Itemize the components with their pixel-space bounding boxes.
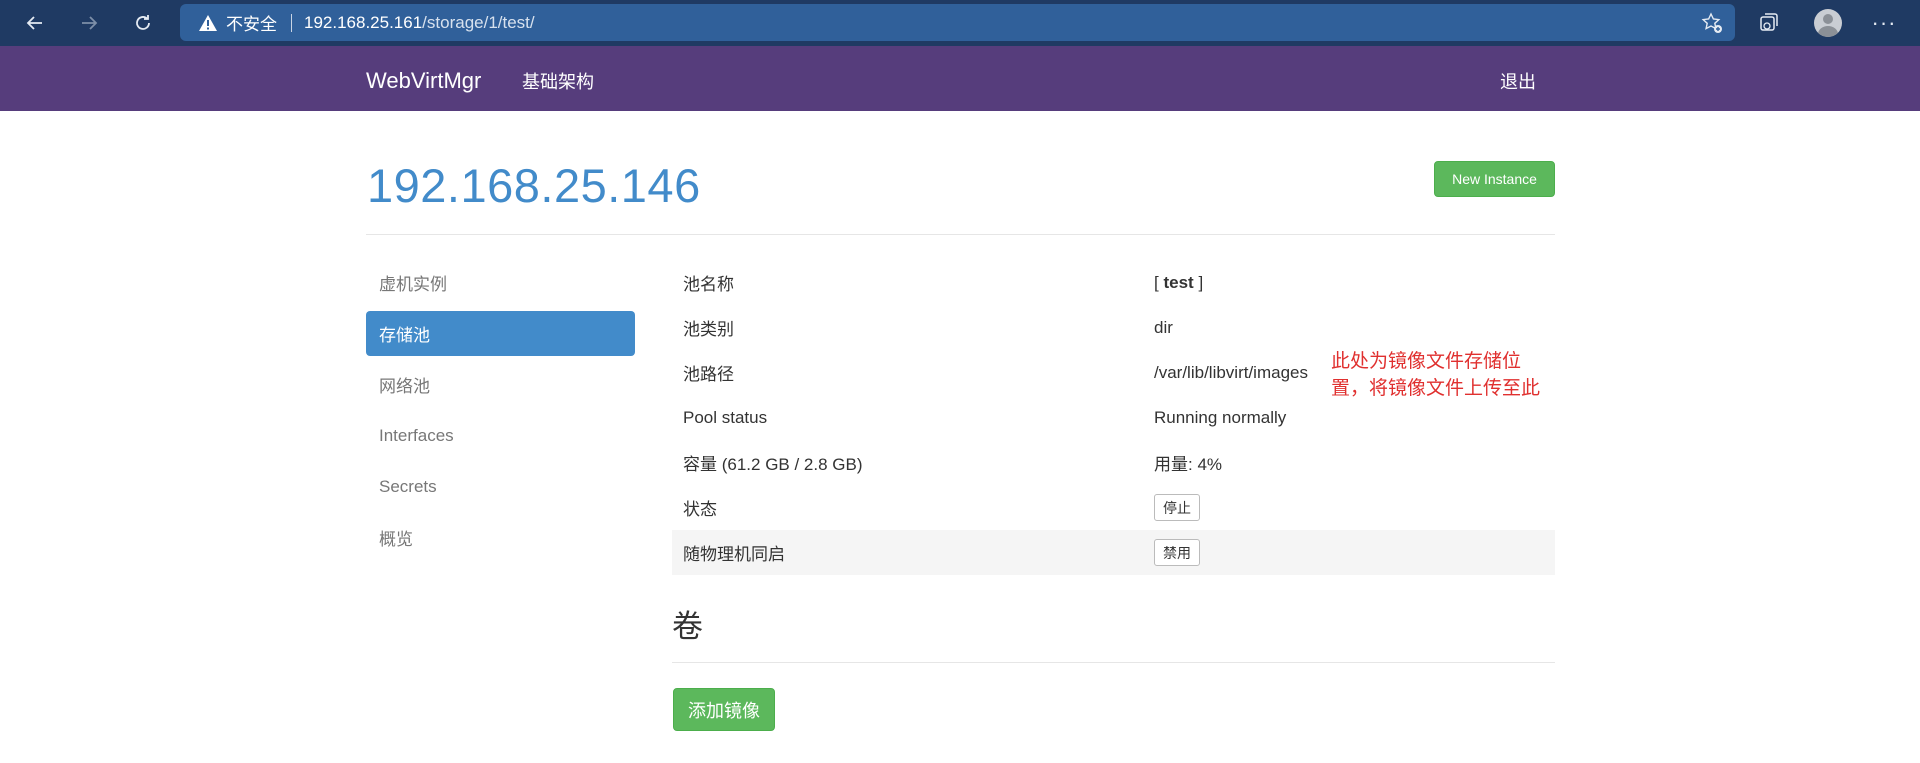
pool-autostart-label: 随物理机同启 — [683, 545, 785, 564]
pool-info-table: 池名称 [ test ] 池类别 dir 池路径 /var/lib/libvir… — [672, 260, 1555, 575]
sidebar-item-secrets[interactable]: Secrets — [366, 464, 635, 509]
pool-name-open-bracket: [ — [1154, 272, 1159, 292]
disable-autostart-button[interactable]: 禁用 — [1154, 539, 1200, 566]
sidebar-item-storage[interactable]: 存储池 — [366, 311, 635, 356]
back-icon[interactable] — [20, 8, 50, 38]
avatar[interactable] — [1814, 9, 1842, 37]
profile-icon[interactable] — [1813, 8, 1843, 38]
brand-link[interactable]: WebVirtMgr — [366, 68, 481, 94]
table-row: Pool status Running normally — [672, 395, 1555, 440]
table-row: 池名称 [ test ] — [672, 260, 1555, 305]
table-row: 容量 (61.2 GB / 2.8 GB) 用量: 4% — [672, 440, 1555, 485]
app-navbar: WebVirtMgr 基础架构 退出 — [0, 46, 1920, 111]
nav-infrastructure[interactable]: 基础架构 — [522, 68, 594, 94]
header-divider — [366, 234, 1555, 235]
add-image-button[interactable]: 添加镜像 — [673, 688, 775, 731]
pool-status-value: Running normally — [1154, 407, 1287, 427]
address-separator — [291, 13, 292, 32]
sidebar: 虚机实例 存储池 网络池 Interfaces Secrets 概览 — [366, 260, 635, 566]
table-row: 池路径 /var/lib/libvirt/images 此处为镜像文件存储位置，… — [672, 350, 1555, 399]
more-icon[interactable]: ··· — [1869, 8, 1899, 38]
address-bar[interactable]: 不安全 192.168.25.161/storage/1/test/ — [180, 4, 1735, 41]
url-path: /storage/1/test/ — [422, 12, 535, 32]
pool-autostart-value: 禁用 — [1154, 539, 1200, 566]
page-title: 192.168.25.146 — [367, 159, 701, 212]
table-row: 状态 停止 — [672, 485, 1555, 530]
pool-path-note: 此处为镜像文件存储位置，将镜像文件上传至此 — [1331, 350, 1541, 399]
sidebar-item-overview[interactable]: 概览 — [366, 515, 635, 560]
refresh-icon[interactable] — [128, 8, 158, 38]
sidebar-item-networks[interactable]: 网络池 — [366, 362, 635, 407]
volumes-title: 卷 — [672, 609, 703, 644]
pool-path-label: 池路径 — [683, 365, 734, 384]
browser-toolbar: 不安全 192.168.25.161/storage/1/test/ ··· — [0, 0, 1920, 46]
pool-capacity-label: 容量 (61.2 GB / 2.8 GB) — [683, 455, 863, 474]
pool-type-label: 池类别 — [683, 320, 734, 339]
volumes-divider — [672, 662, 1555, 663]
logout-link[interactable]: 退出 — [1500, 68, 1536, 94]
pool-state-value: 停止 — [1154, 494, 1200, 521]
pool-name-label: 池名称 — [683, 275, 734, 294]
pool-type-value: dir — [1154, 317, 1173, 337]
stop-pool-button[interactable]: 停止 — [1154, 494, 1200, 521]
pool-name-close-bracket: ] — [1198, 272, 1204, 292]
pool-name-value: [ test ] — [1154, 273, 1203, 293]
pool-name: test — [1163, 272, 1194, 292]
sidebar-item-instances[interactable]: 虚机实例 — [366, 260, 635, 305]
favorite-icon[interactable] — [1701, 12, 1723, 34]
collections-icon[interactable] — [1754, 8, 1784, 38]
pool-state-label: 状态 — [683, 500, 717, 519]
table-row: 池类别 dir — [672, 305, 1555, 350]
warning-icon[interactable] — [198, 13, 218, 33]
new-instance-button[interactable]: New Instance — [1434, 161, 1555, 197]
table-row: 随物理机同启 禁用 — [672, 530, 1555, 575]
forward-icon[interactable] — [74, 8, 104, 38]
security-label[interactable]: 不安全 — [226, 10, 277, 35]
pool-status-label: Pool status — [683, 407, 768, 427]
sidebar-item-interfaces[interactable]: Interfaces — [366, 413, 635, 458]
pool-usage-value: 用量: 4% — [1154, 455, 1223, 474]
url-host: 192.168.25.161 — [304, 12, 423, 32]
pool-path-value: /var/lib/libvirt/images — [1154, 362, 1308, 382]
